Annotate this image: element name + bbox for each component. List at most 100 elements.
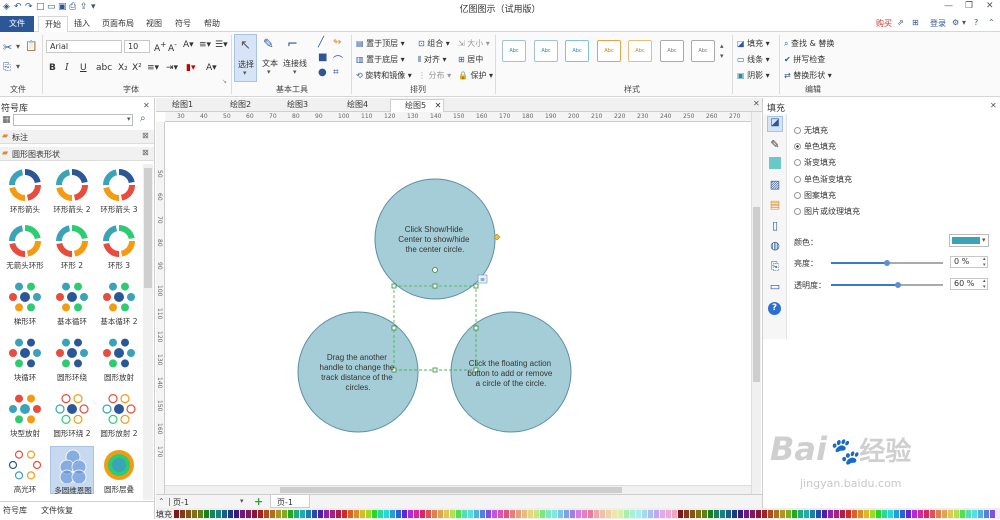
layers-tab-icon[interactable]: ▤: [767, 198, 783, 214]
comment-tab-icon[interactable]: ▭: [767, 280, 783, 296]
color-swatch[interactable]: [450, 510, 455, 518]
library-shape[interactable]: 块循环: [3, 334, 47, 382]
drawing-canvas[interactable]: ≡ Click Show/Hide Center to show/hide th…: [165, 122, 751, 494]
color-swatch[interactable]: [378, 510, 383, 518]
fill-button[interactable]: ◪ 填充 ▾: [737, 38, 770, 49]
color-swatch[interactable]: [504, 510, 509, 518]
color-swatch[interactable]: [456, 510, 461, 518]
vertical-scroll-thumb[interactable]: [753, 207, 760, 382]
library-shape[interactable]: 梯形环: [3, 278, 47, 326]
color-swatch[interactable]: [558, 510, 563, 518]
library-shape[interactable]: 圆形环绕 2: [50, 390, 94, 438]
color-swatch[interactable]: [654, 510, 659, 518]
style-preset-6[interactable]: Abc: [660, 40, 684, 62]
color-swatch[interactable]: [684, 510, 689, 518]
color-swatch[interactable]: [498, 510, 503, 518]
bold-button[interactable]: B: [49, 63, 56, 73]
superscript-icon[interactable]: X²: [132, 63, 142, 73]
color-swatch[interactable]: [594, 510, 599, 518]
resize-handle[interactable]: [391, 283, 397, 289]
color-swatch[interactable]: [678, 510, 683, 518]
page-selector[interactable]: 页-1: [173, 497, 189, 508]
color-swatch[interactable]: [948, 510, 953, 518]
fill-panel-close-icon[interactable]: ✕: [990, 101, 997, 110]
color-swatch[interactable]: [870, 510, 875, 518]
color-swatch[interactable]: [192, 510, 197, 518]
color-swatch[interactable]: [630, 510, 635, 518]
case-icon[interactable]: A▾: [183, 40, 194, 50]
color-swatch[interactable]: [408, 510, 413, 518]
italic-button[interactable]: I: [65, 63, 69, 73]
color-swatch[interactable]: [276, 510, 281, 518]
color-swatch[interactable]: [882, 510, 887, 518]
color-swatch[interactable]: [696, 510, 701, 518]
add-page-icon[interactable]: +: [254, 495, 263, 508]
color-swatch[interactable]: [762, 510, 767, 518]
ribbon-collapse-icon[interactable]: ⌃: [988, 18, 995, 27]
color-swatch[interactable]: [306, 510, 311, 518]
color-swatch[interactable]: [600, 510, 605, 518]
tab-drawing1[interactable]: 绘图1 ✕: [158, 99, 206, 121]
rotate-handle[interactable]: [432, 267, 438, 273]
tab-drawing3[interactable]: 绘图3 ✕: [273, 99, 321, 121]
color-swatch[interactable]: [216, 510, 221, 518]
styles-scroll-up-icon[interactable]: ▴: [720, 42, 724, 50]
color-swatch[interactable]: [984, 510, 989, 518]
menu-insert[interactable]: 插入: [74, 18, 90, 29]
resize-handle[interactable]: [473, 283, 479, 289]
color-swatch[interactable]: [174, 510, 179, 518]
style-preset-4[interactable]: Abc: [597, 40, 621, 62]
find-replace-button[interactable]: ⌕ 查找 & 替换: [784, 38, 834, 49]
color-swatch[interactable]: [666, 510, 671, 518]
color-swatch[interactable]: [774, 510, 779, 518]
connector-tool-button[interactable]: ⌐ 连接线 ▾: [283, 34, 309, 82]
color-swatch[interactable]: [690, 510, 695, 518]
color-swatch[interactable]: [222, 510, 227, 518]
text-tool-button[interactable]: ✎ 文本 ▾: [261, 34, 281, 82]
color-swatch[interactable]: [846, 510, 851, 518]
protect-button[interactable]: 🔒 保护 ▾: [458, 70, 493, 81]
shadow-tab-icon[interactable]: [769, 157, 781, 169]
color-swatch[interactable]: [894, 510, 899, 518]
color-swatch[interactable]: [618, 510, 623, 518]
style-preset-2[interactable]: Abc: [534, 40, 558, 62]
underline-button[interactable]: U: [80, 63, 87, 73]
style-preset-1[interactable]: Abc: [502, 40, 526, 62]
color-swatch[interactable]: [414, 510, 419, 518]
color-swatch[interactable]: [828, 510, 833, 518]
menu-home[interactable]: 开始: [38, 16, 68, 33]
color-swatch[interactable]: [612, 510, 617, 518]
color-swatch[interactable]: [738, 510, 743, 518]
library-shape[interactable]: 圆形放射 2: [97, 390, 141, 438]
buy-link[interactable]: 购买: [876, 18, 892, 29]
color-swatch[interactable]: [186, 510, 191, 518]
color-swatch[interactable]: [918, 510, 923, 518]
group-button[interactable]: ⊡ 组合 ▾: [418, 38, 450, 49]
color-swatch[interactable]: [714, 510, 719, 518]
canvas-horizontal-scrollbar[interactable]: [165, 485, 751, 494]
color-swatch[interactable]: [732, 510, 737, 518]
copy-icon[interactable]: ⎘: [3, 62, 11, 73]
size-button[interactable]: ⇲ 大小 ▾: [458, 38, 490, 49]
shrink-font-icon[interactable]: A-: [168, 40, 177, 54]
tab-drawing4[interactable]: 绘图4 ✕: [333, 99, 381, 121]
color-swatch[interactable]: [510, 510, 515, 518]
color-swatch[interactable]: [636, 510, 641, 518]
minimize-button[interactable]: —: [944, 1, 953, 11]
color-swatch[interactable]: [234, 510, 239, 518]
color-swatch[interactable]: [978, 510, 983, 518]
fill-tab-icon[interactable]: ◪: [767, 116, 783, 132]
color-swatch[interactable]: [288, 510, 293, 518]
color-swatch[interactable]: [924, 510, 929, 518]
paste-icon[interactable]: 📋: [25, 41, 37, 52]
color-swatch[interactable]: [240, 510, 245, 518]
tab-symbol-library[interactable]: 符号库: [3, 505, 27, 516]
fill-option-pattern[interactable]: 图案填充: [794, 190, 836, 201]
color-swatch[interactable]: [282, 510, 287, 518]
ellipse-tool-icon[interactable]: ●: [318, 67, 327, 78]
library-shape[interactable]: 环形 2: [50, 222, 94, 270]
color-swatch[interactable]: [432, 510, 437, 518]
color-swatch[interactable]: [570, 510, 575, 518]
fill-option-none[interactable]: 无填充: [794, 125, 828, 136]
align-text-icon[interactable]: ≡▾: [147, 63, 159, 73]
